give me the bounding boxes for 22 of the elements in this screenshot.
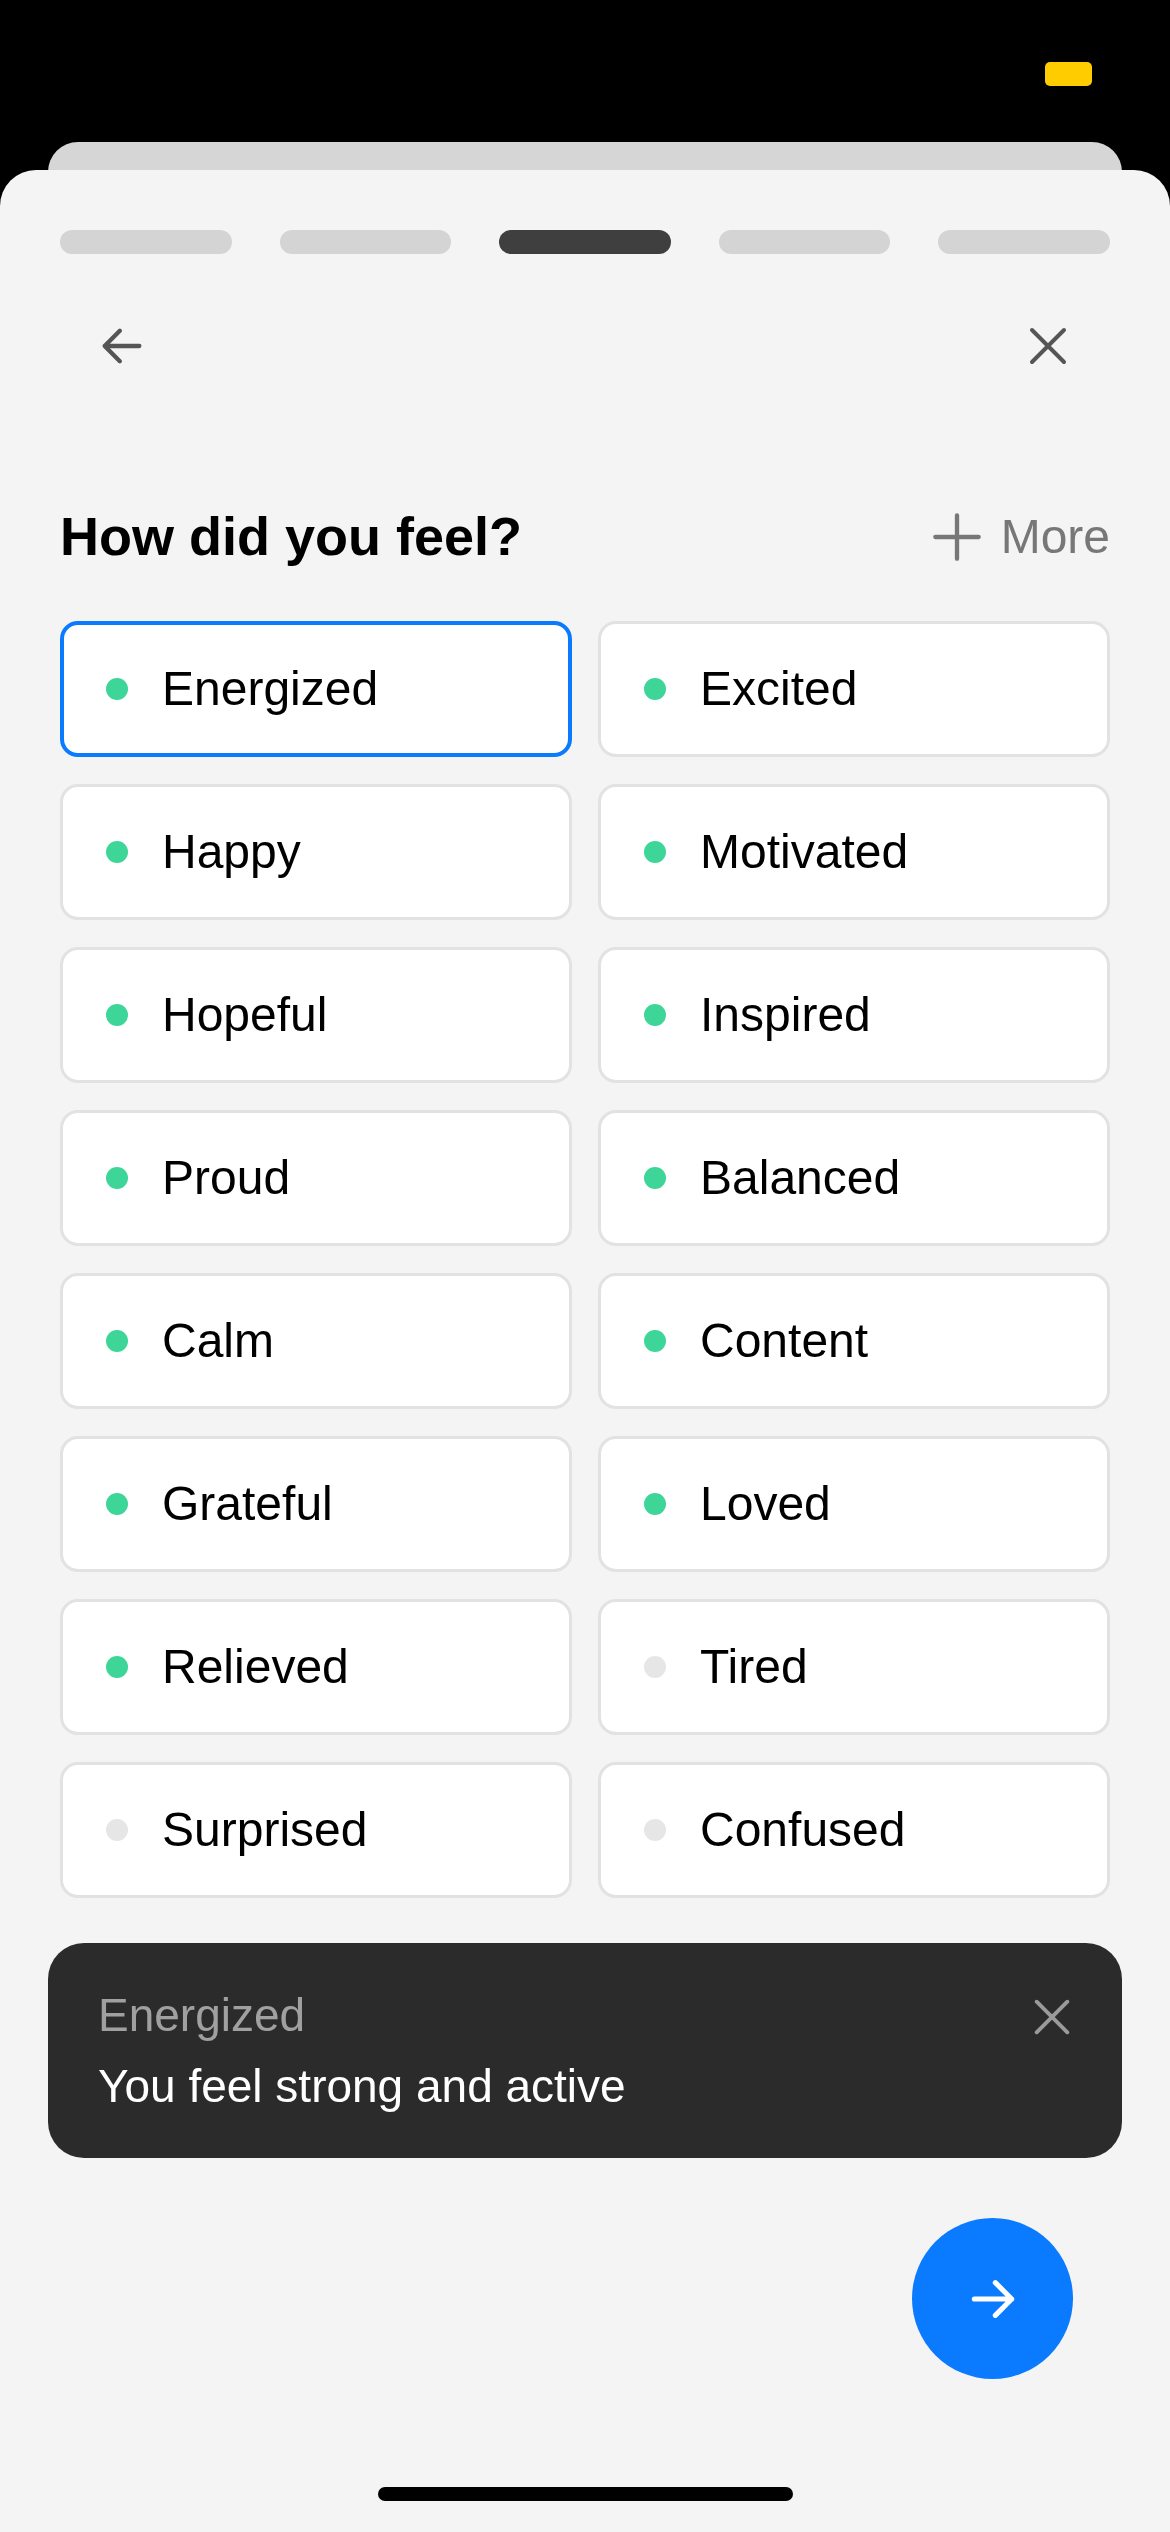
mood-option[interactable]: Inspired bbox=[598, 947, 1110, 1083]
mood-option[interactable]: Balanced bbox=[598, 1110, 1110, 1246]
mood-option[interactable]: Excited bbox=[598, 621, 1110, 757]
mood-option[interactable]: Loved bbox=[598, 1436, 1110, 1572]
mood-option[interactable]: Grateful bbox=[60, 1436, 572, 1572]
mood-option[interactable]: Calm bbox=[60, 1273, 572, 1409]
mood-option[interactable]: Motivated bbox=[598, 784, 1110, 920]
mood-option[interactable]: Energized bbox=[60, 621, 572, 757]
mood-option[interactable]: Tired bbox=[598, 1599, 1110, 1735]
mood-option[interactable]: Relieved bbox=[60, 1599, 572, 1735]
mood-option[interactable]: Content bbox=[598, 1273, 1110, 1409]
more-button[interactable]: More bbox=[930, 500, 1110, 573]
mood-option[interactable]: Confused bbox=[598, 1762, 1110, 1898]
mood-option[interactable]: Hopeful bbox=[60, 947, 572, 1083]
mood-option[interactable]: Happy bbox=[60, 784, 572, 920]
plus-icon bbox=[930, 510, 983, 563]
question-title: How did you feel? bbox=[60, 505, 522, 568]
status-indicator-icon bbox=[1045, 62, 1092, 86]
toast-message: You feel strong and active bbox=[98, 2059, 627, 2114]
mood-option[interactable]: Proud bbox=[60, 1110, 572, 1246]
toast-title: Energized bbox=[98, 1988, 306, 2043]
mood-option[interactable]: Surprised bbox=[60, 1762, 572, 1898]
